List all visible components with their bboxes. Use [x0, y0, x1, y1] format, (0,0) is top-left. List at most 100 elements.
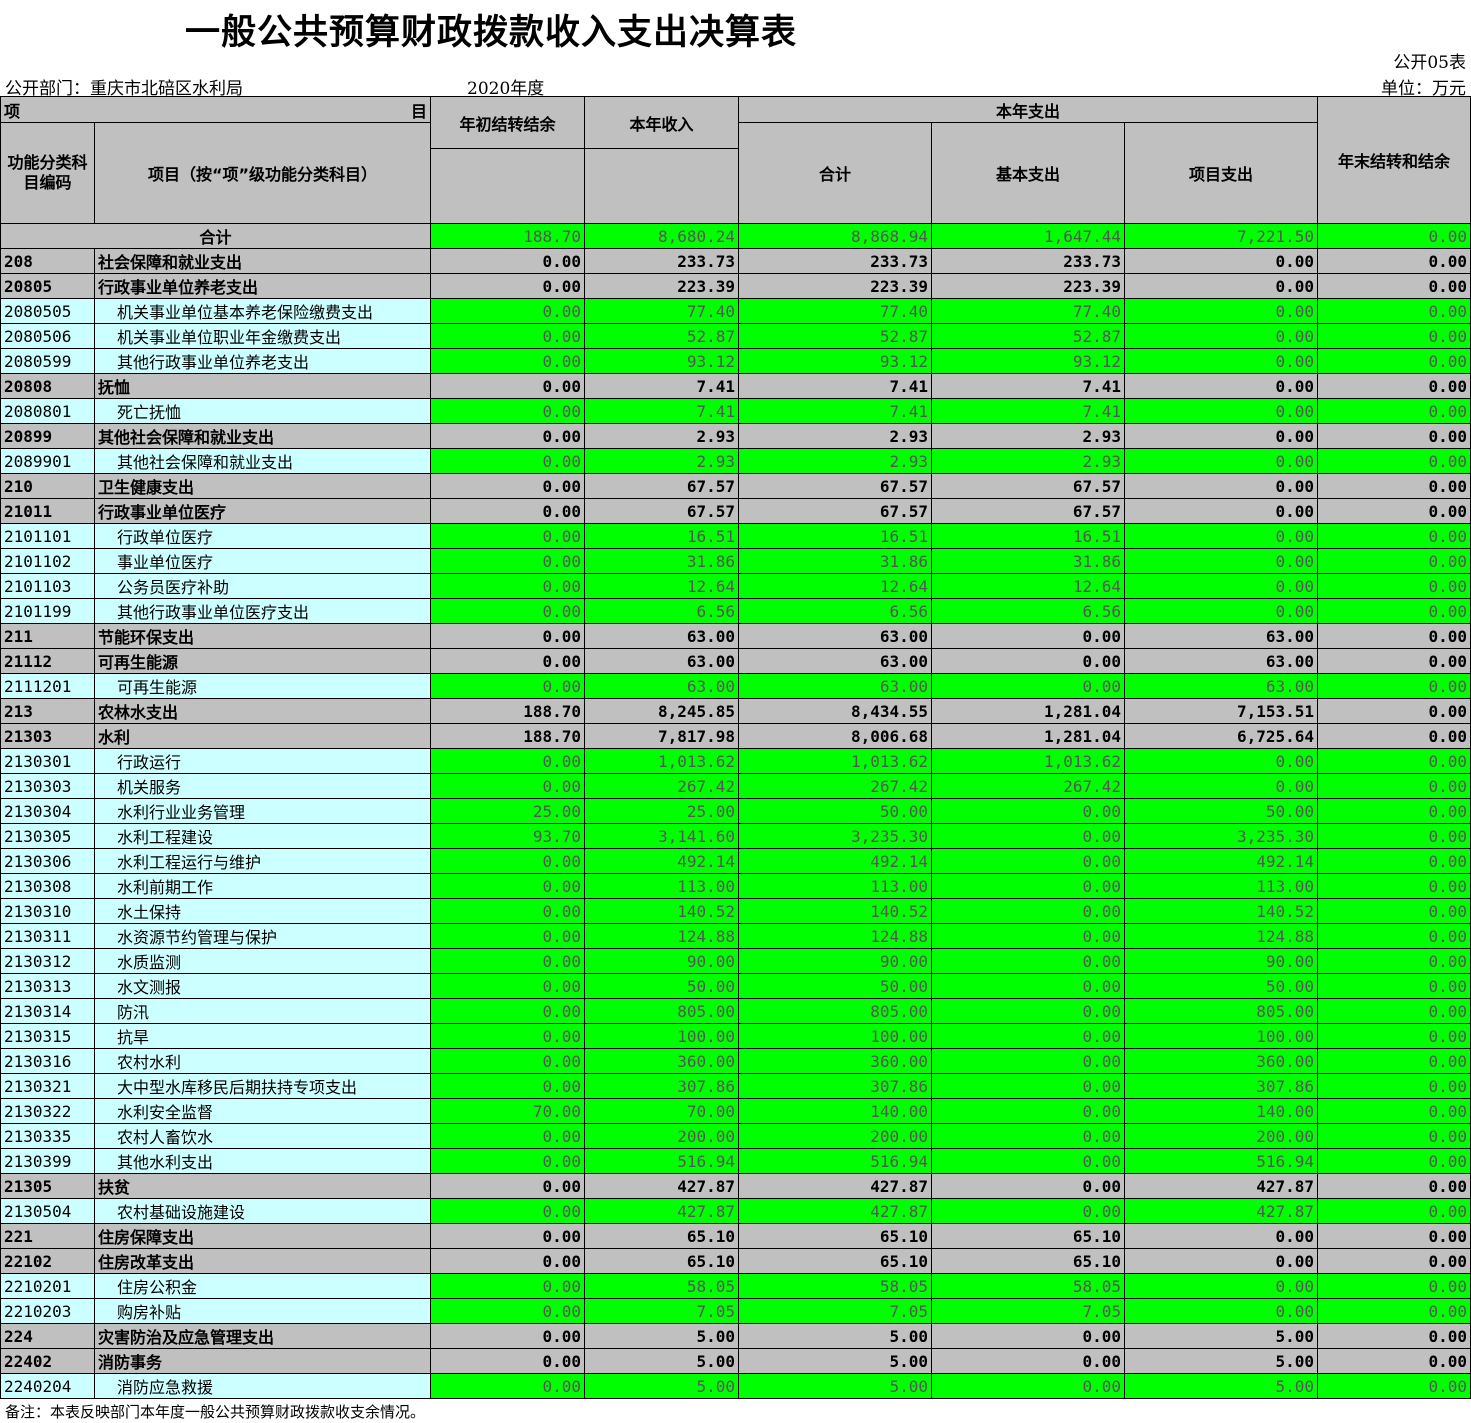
row-value: 1,013.62: [584, 748, 739, 774]
row-value: 492.14: [584, 848, 739, 874]
table-row: 2130306 水利工程运行与维护 0.00 492.14 492.14 0.00 492.…: [0, 848, 1471, 874]
row-code: 2210201: [0, 1273, 95, 1299]
row-name: 抚恤: [94, 373, 431, 399]
row-value: 12.64: [584, 573, 739, 599]
row-value: 0.00: [931, 1173, 1125, 1199]
row-value: 2.93: [931, 448, 1125, 474]
row-name: 消防事务: [94, 1348, 431, 1374]
table-row: 2130314 防汛 0.00 805.00 805.00 0.00 805.00 0.00: [0, 998, 1471, 1024]
row-value: 6.56: [931, 598, 1125, 624]
row-value: 0.00: [1317, 1248, 1471, 1274]
row-value: 77.40: [738, 298, 932, 324]
footnote: 备注：本表反映部门本年度一般公共预算财政拨款收支余情况。: [5, 1403, 426, 1421]
row-value: 0.00: [931, 923, 1125, 949]
row-value: 5.00: [1124, 1323, 1318, 1349]
row-code: 20899: [0, 423, 95, 449]
row-value: 0.00: [430, 573, 585, 599]
row-value: 0.00: [1317, 823, 1471, 849]
row-code: 2089901: [0, 448, 95, 474]
row-value: 63.00: [1124, 648, 1318, 674]
row-value: 52.87: [584, 323, 739, 349]
row-code: 213: [0, 698, 95, 724]
row-value: 360.00: [1124, 1048, 1318, 1074]
row-name: 可再生能源: [94, 648, 431, 674]
row-value: 0.00: [1317, 1348, 1471, 1374]
row-value: 0.00: [1317, 1098, 1471, 1124]
header-expense-group: 本年支出: [738, 96, 1318, 123]
table-row: 2130335 农村人畜饮水 0.00 200.00 200.00 0.00 200.00 0…: [0, 1123, 1471, 1149]
row-value: 100.00: [1124, 1023, 1318, 1049]
row-code: 2130316: [0, 1048, 95, 1074]
row-value: 25.00: [584, 798, 739, 824]
row-value: 0.00: [430, 1073, 585, 1099]
table-row: 21011 行政事业单位医疗 0.00 67.57 67.57 67.57 0.00 0.00: [0, 498, 1471, 524]
row-value: 50.00: [738, 973, 932, 999]
row-name: 购房补贴: [94, 1298, 431, 1324]
row-value: 0.00: [430, 298, 585, 324]
row-code: 2130315: [0, 1023, 95, 1049]
row-value: 77.40: [584, 298, 739, 324]
header-item: 项目: [0, 96, 431, 123]
row-value: 0.00: [931, 798, 1125, 824]
table-row: 2130315 抗旱 0.00 100.00 100.00 0.00 100.00 0.00: [0, 1023, 1471, 1049]
row-value: 2.93: [738, 448, 932, 474]
row-value: 188.70: [430, 723, 585, 749]
row-code: 2130504: [0, 1198, 95, 1224]
row-code: 2130310: [0, 898, 95, 924]
row-code: 22102: [0, 1248, 95, 1274]
row-value: 0.00: [1317, 948, 1471, 974]
row-value: 0.00: [1124, 423, 1318, 449]
row-value: 5.00: [584, 1373, 739, 1399]
row-value: 67.57: [738, 498, 932, 524]
row-name: 大中型水库移民后期扶持专项支出: [94, 1073, 431, 1099]
table-row: 2080505 机关事业单位基本养老保险缴费支出 0.00 77.40 77.40 77.…: [0, 298, 1471, 324]
row-value: 5.00: [738, 1373, 932, 1399]
row-value: 0.00: [1317, 1198, 1471, 1224]
table-row: 22102 住房改革支出 0.00 65.10 65.10 65.10 0.00 0.00: [0, 1248, 1471, 1274]
row-value: 0.00: [1317, 798, 1471, 824]
row-code: 2130321: [0, 1073, 95, 1099]
row-value: 0.00: [1317, 1148, 1471, 1174]
header-income: 本年收入: [584, 96, 739, 149]
row-value: 0.00: [931, 873, 1125, 899]
row-value: 0.00: [430, 748, 585, 774]
row-value: 0.00: [931, 1048, 1125, 1074]
row-name: 节能环保支出: [94, 623, 431, 649]
row-value: 0.00: [931, 1373, 1125, 1399]
table-row: 2080599 其他行政事业单位养老支出 0.00 93.12 93.12 93.12 0.…: [0, 348, 1471, 374]
table-row: 208 社会保障和就业支出 0.00 233.73 233.73 233.73 0.00 0.…: [0, 248, 1471, 274]
table-row: 2080801 死亡抚恤 0.00 7.41 7.41 7.41 0.00 0.00: [0, 398, 1471, 424]
row-value: 0.00: [1124, 373, 1318, 399]
row-name: 水利工程建设: [94, 823, 431, 849]
table-row: 2130312 水质监测 0.00 90.00 90.00 0.00 90.00 0.00: [0, 948, 1471, 974]
row-name: 可再生能源: [94, 673, 431, 699]
row-value: 0.00: [430, 1298, 585, 1324]
row-value: 0.00: [1317, 548, 1471, 574]
row-value: 0.00: [430, 1198, 585, 1224]
row-code: 2080505: [0, 298, 95, 324]
row-value: 3,235.30: [738, 823, 932, 849]
row-value: 124.88: [1124, 923, 1318, 949]
row-value: 0.00: [430, 1148, 585, 1174]
row-name: 机关事业单位基本养老保险缴费支出: [94, 298, 431, 324]
row-value: 0.00: [430, 648, 585, 674]
row-value: 5.00: [584, 1348, 739, 1374]
row-name: 农村基础设施建设: [94, 1198, 431, 1224]
row-code: 2130312: [0, 948, 95, 974]
row-value: 16.51: [738, 523, 932, 549]
table-row: 2130399 其他水利支出 0.00 516.94 516.94 0.00 516.94 0…: [0, 1148, 1471, 1174]
row-value: 93.70: [430, 823, 585, 849]
table-row: 211 节能环保支出 0.00 63.00 63.00 0.00 63.00 0.00: [0, 623, 1471, 649]
row-value: 93.12: [738, 348, 932, 374]
row-value: 6,725.64: [1124, 723, 1318, 749]
table-row: 2101103 公务员医疗补助 0.00 12.64 12.64 12.64 0.00 0.0…: [0, 573, 1471, 599]
row-value: 0.00: [1317, 673, 1471, 699]
total-value: 7,221.50: [1124, 223, 1318, 249]
row-value: 2.93: [738, 423, 932, 449]
row-value: 140.00: [1124, 1098, 1318, 1124]
row-value: 7,153.51: [1124, 698, 1318, 724]
table-row: 210 卫生健康支出 0.00 67.57 67.57 67.57 0.00 0.00: [0, 473, 1471, 499]
row-value: 5.00: [738, 1348, 932, 1374]
row-name: 农村水利: [94, 1048, 431, 1074]
row-value: 0.00: [1317, 848, 1471, 874]
